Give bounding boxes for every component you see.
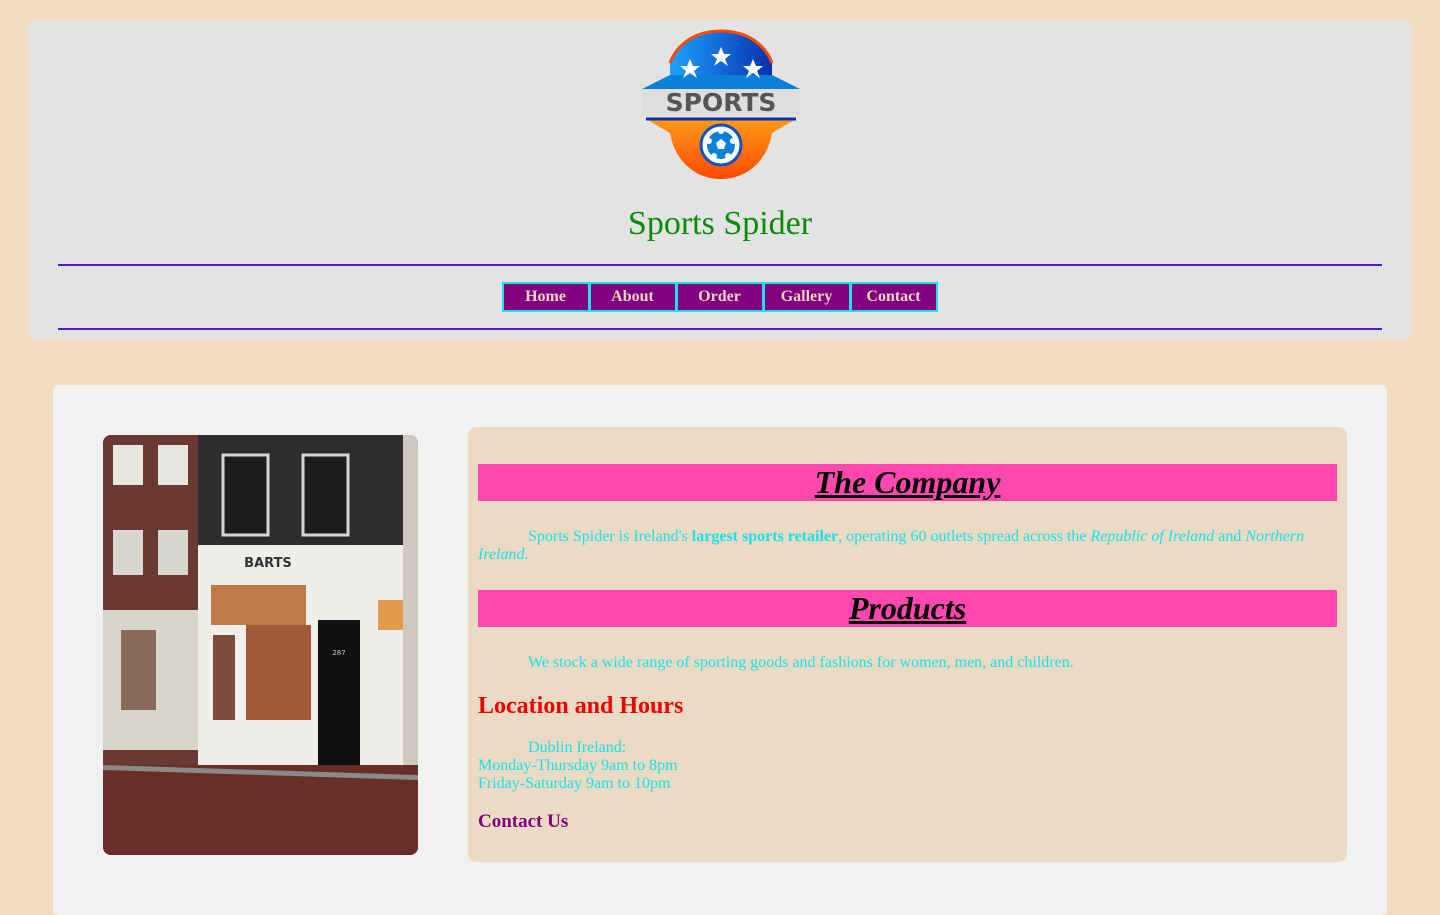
location-heading: Location and Hours [478, 693, 684, 719]
site-header: SPORTS Sports Spider Home About Order Ga… [29, 20, 1411, 339]
nav-about-button[interactable]: About [588, 282, 677, 312]
main-content: BARTS 287 The Company Sports Spider is I… [53, 385, 1387, 915]
svg-text:287: 287 [332, 649, 345, 657]
contact-us-link[interactable]: Contact Us [478, 811, 568, 833]
nav-divider-bottom [58, 328, 1382, 330]
location-hours: Dublin Ireland: Monday-Thursday 9am to 8p… [478, 739, 678, 792]
site-title: Sports Spider [627, 205, 813, 242]
storefront-photo: BARTS 287 [103, 435, 418, 855]
info-panel: The Company Sports Spider is Ireland's l… [468, 427, 1347, 862]
company-heading: The Company [478, 464, 1337, 501]
nav-home-button[interactable]: Home [501, 282, 590, 312]
products-paragraph: We stock a wide range of sporting goods … [528, 654, 1074, 671]
sports-logo[interactable]: SPORTS [640, 29, 802, 183]
nav-contact-button[interactable]: Contact [849, 282, 938, 312]
main-nav: Home About Order Gallery Contact [29, 282, 1411, 312]
svg-text:BARTS: BARTS [244, 556, 292, 571]
nav-divider-top [58, 264, 1382, 266]
products-heading: Products [478, 590, 1337, 627]
company-paragraph: Sports Spider is Ireland's largest sport… [478, 528, 1305, 563]
nav-gallery-button[interactable]: Gallery [762, 282, 851, 312]
svg-text:SPORTS: SPORTS [666, 88, 777, 117]
nav-order-button[interactable]: Order [675, 282, 764, 312]
